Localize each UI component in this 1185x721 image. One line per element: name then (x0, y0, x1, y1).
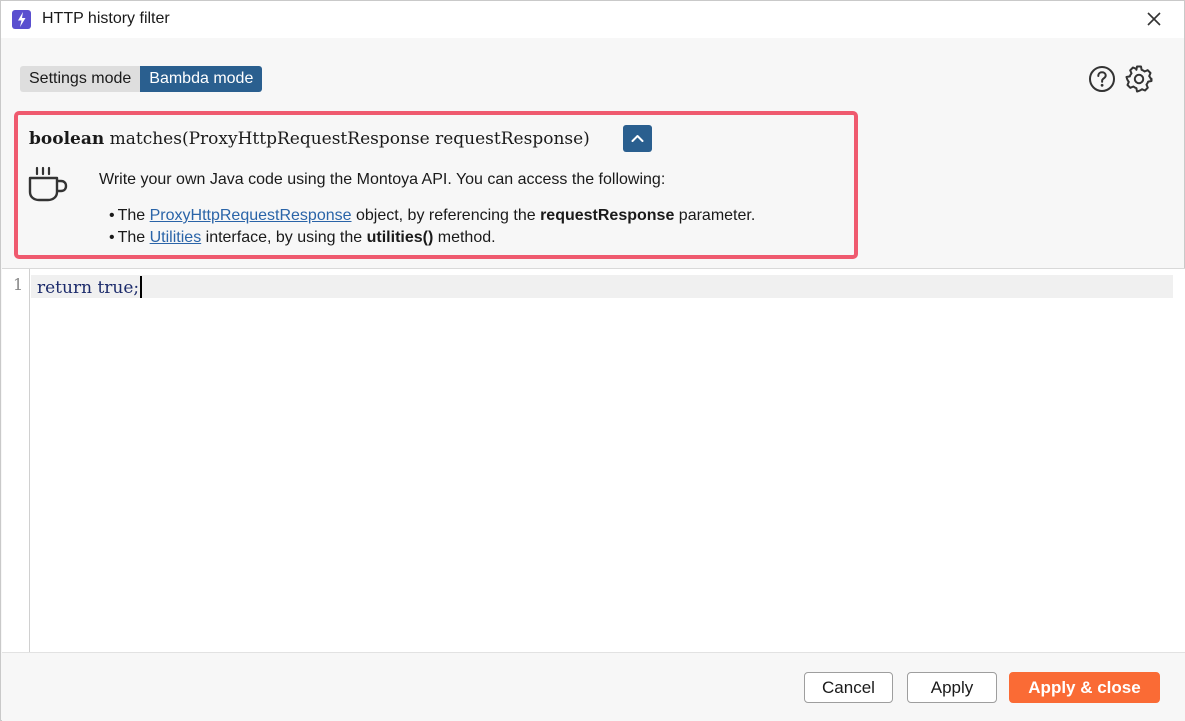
title-bar: HTTP history filter (1, 1, 1184, 38)
current-line-highlight[interactable]: return true; (31, 275, 1173, 298)
bullet-bold-text: requestResponse (540, 207, 675, 224)
window-title: HTTP history filter (42, 10, 170, 27)
mode-toggle: Settings mode Bambda mode (20, 66, 263, 92)
access-list: The ProxyHttpRequestResponse object, by … (109, 205, 756, 249)
list-item: The ProxyHttpRequestResponse object, by … (109, 205, 756, 227)
method-signature: boolean matches(ProxyHttpRequestResponse… (29, 129, 590, 149)
bullet-text: parameter. (674, 207, 756, 224)
close-icon[interactable] (1142, 7, 1166, 31)
line-number-gutter: 1 (2, 269, 30, 652)
bullet-text: The (117, 229, 150, 246)
signature-text: matches(ProxyHttpRequestResponse request… (104, 129, 590, 149)
apply-button[interactable]: Apply (907, 672, 997, 703)
bambda-info-panel: boolean matches(ProxyHttpRequestResponse… (14, 111, 858, 259)
code-line[interactable]: return true; (37, 276, 143, 298)
bullet-text: interface, by using the (201, 229, 367, 246)
intro-text: Write your own Java code using the Monto… (99, 171, 666, 188)
cancel-button[interactable]: Cancel (804, 672, 893, 703)
chevron-up-icon (631, 135, 644, 142)
code-editor[interactable]: 1 return true; (2, 269, 1185, 652)
collapse-button[interactable] (623, 125, 652, 152)
burp-logo-icon (12, 10, 31, 29)
java-cup-icon (27, 165, 69, 205)
bambda-mode-button[interactable]: Bambda mode (140, 66, 263, 92)
bullet-text: object, by referencing the (351, 207, 541, 224)
signature-keyword: boolean (29, 129, 105, 149)
proxy-http-request-response-link[interactable]: ProxyHttpRequestResponse (150, 207, 352, 224)
help-circle-icon[interactable] (1088, 65, 1116, 93)
utilities-link[interactable]: Utilities (150, 229, 202, 246)
bullet-bold-text: utilities() (366, 229, 434, 246)
dialog-footer: Cancel Apply Apply & close (2, 652, 1185, 721)
bullet-text: The (117, 207, 150, 224)
text-caret (140, 276, 143, 298)
gear-icon[interactable] (1124, 64, 1154, 94)
line-number: 1 (13, 275, 24, 294)
code-text: return true; (37, 278, 140, 298)
list-item: The Utilities interface, by using the ut… (109, 227, 755, 249)
http-history-filter-dialog: HTTP history filter Settings mode Bambda… (0, 0, 1185, 721)
settings-mode-button[interactable]: Settings mode (20, 66, 141, 92)
bullet-text: method. (433, 229, 496, 246)
apply-and-close-button[interactable]: Apply & close (1009, 672, 1160, 703)
